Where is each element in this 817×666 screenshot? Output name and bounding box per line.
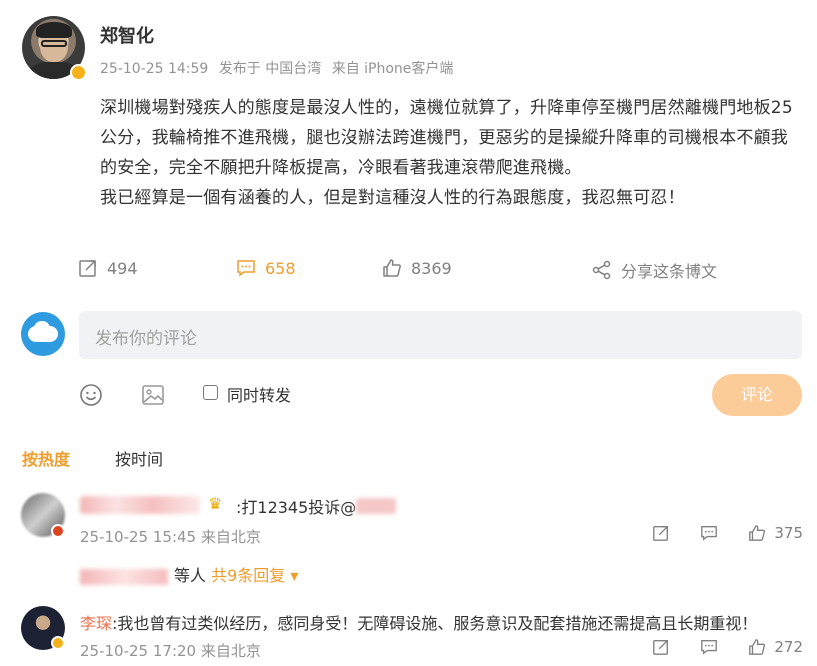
composer-tools: 同时转发 评论 (0, 374, 817, 416)
comment-repost-button[interactable] (652, 638, 670, 656)
comment-icon (701, 640, 718, 655)
post-meta: 25-10-25 14:59 发布于 中国台湾 来自 iPhone客户端 (100, 58, 459, 78)
repost-count: 494 (107, 258, 138, 278)
comment-icon (701, 526, 718, 541)
comment-meta: 25-10-25 17:20 来自北京 (80, 642, 261, 660)
comment-item: 李琛:我也曾有过类似经历，感同身受！无障碍设施、服务意识及配套措施还需提高且长期… (0, 602, 817, 666)
author-name[interactable]: 郑智化 (100, 22, 154, 48)
comment-text: 李琛:我也曾有过类似经历，感同身受！无障碍设施、服务意识及配套措施还需提高且长期… (80, 610, 757, 634)
emoji-icon[interactable] (79, 383, 103, 407)
share-button[interactable]: 分享这条博文 (592, 258, 717, 282)
comment-icon (237, 260, 255, 277)
submit-comment-button[interactable]: 评论 (712, 374, 802, 416)
comment-like-button[interactable]: 272 (748, 638, 803, 656)
reply-summary-suffix: 等人 (174, 566, 207, 585)
comment-count: 658 (265, 258, 296, 278)
tab-sort-time[interactable]: 按时间 (115, 446, 163, 470)
repost-checkbox[interactable] (203, 385, 218, 400)
comment-text: :打12345投诉@ (236, 498, 357, 517)
image-upload-icon[interactable] (141, 383, 165, 407)
repost-button[interactable]: 494 (78, 258, 138, 278)
comment-item: ♛ :打12345投诉@ 25-10-25 15:45 来自北京 375 等人 … (0, 488, 817, 588)
repost-icon (653, 526, 669, 541)
comment-meta: 25-10-25 15:45 来自北京 (80, 528, 261, 546)
comment-repost-button[interactable] (652, 524, 670, 542)
post-paragraph: 深圳機場對殘疾人的態度是最沒人性的，遠機位就算了，升降車停至機門居然離機門地板2… (100, 98, 793, 178)
crown-icon: ♛ (208, 494, 223, 513)
verified-badge-icon (70, 64, 87, 81)
reply-summary[interactable]: 等人 共9条回复 ▾ (80, 562, 298, 586)
commenter-name[interactable]: 李琛 (80, 614, 112, 633)
comment-reply-button[interactable] (700, 638, 718, 656)
tab-sort-hot[interactable]: 按热度 (22, 446, 70, 470)
current-user-avatar (21, 312, 65, 356)
post-actions: 494 658 8369 分享这条博文 (0, 258, 817, 284)
comment-like-button[interactable]: 375 (748, 524, 803, 542)
post-source: 来自 iPhone客户端 (331, 61, 454, 77)
post-content: 深圳機場對殘疾人的態度是最沒人性的，遠機位就算了，升降車停至機門居然離機門地板2… (100, 93, 805, 213)
post-location: 发布于 中国台湾 (218, 61, 322, 77)
repost-icon (653, 640, 669, 655)
comment-actions: 375 (622, 524, 803, 542)
verified-badge-icon (51, 524, 65, 538)
share-icon (592, 260, 611, 280)
comment-like-count: 375 (774, 524, 803, 542)
verified-badge-icon (51, 636, 65, 650)
thumbs-up-icon (749, 525, 766, 541)
comment-button[interactable]: 658 (236, 258, 296, 278)
repost-icon (79, 260, 96, 277)
like-button[interactable]: 8369 (382, 258, 452, 278)
share-label: 分享这条博文 (621, 262, 718, 281)
replier-names-blurred (80, 568, 168, 585)
view-replies-link[interactable]: 共9条回复 ▾ (211, 566, 298, 585)
like-count: 8369 (411, 258, 452, 278)
comment-like-count: 272 (774, 638, 803, 656)
comment-body: :我也曾有过类似经历，感同身受！无障碍设施、服务意识及配套措施还需提高且长期重视… (112, 614, 758, 633)
comment-input[interactable]: 发布你的评论 (79, 311, 802, 359)
thumbs-up-icon (749, 639, 766, 655)
post-paragraph: 我已經算是一個有涵養的人，但是對這種沒人性的行為跟態度，我忍無可忍！ (100, 188, 685, 208)
repost-checkbox-label[interactable]: 同时转发 (227, 382, 291, 406)
mention-blurred[interactable] (356, 498, 396, 514)
thumbs-up-icon (383, 259, 401, 277)
commenter-name-blurred[interactable] (80, 496, 200, 514)
post-timestamp[interactable]: 25-10-25 14:59 (100, 61, 208, 77)
comment-actions: 272 (622, 638, 803, 656)
comment-reply-button[interactable] (700, 524, 718, 542)
